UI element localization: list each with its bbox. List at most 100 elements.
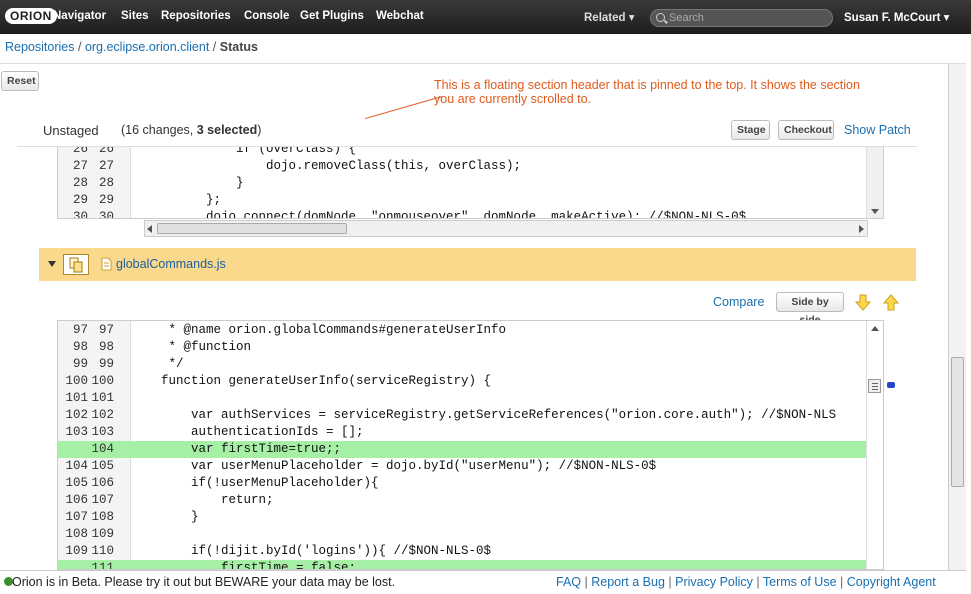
footer-separator: | (840, 575, 844, 589)
new-line-number: 100 (91, 374, 114, 388)
diff-overview-marker[interactable] (887, 382, 895, 388)
footer-link-report-bug[interactable]: Report a Bug (591, 575, 665, 589)
code-line[interactable]: 107 108 } (58, 509, 867, 526)
old-line-number: 101 (65, 391, 88, 405)
new-line-number: 106 (91, 476, 114, 490)
footer-link-privacy[interactable]: Privacy Policy (675, 575, 753, 589)
breadcrumb-separator: / (77, 40, 82, 54)
diff-viewer[interactable]: 97 97 * @name orion.globalCommands#genera… (57, 320, 884, 570)
vertical-scrollbar[interactable] (866, 147, 883, 218)
page-scroll-thumb[interactable] (951, 357, 964, 487)
nav-repositories[interactable]: Repositories (161, 10, 231, 22)
section-summary: (16 changes, 3 selected) (121, 123, 262, 137)
nav-sites[interactable]: Sites (121, 10, 149, 22)
breadcrumb-repo[interactable]: org.eclipse.orion.client (85, 40, 209, 54)
code-line[interactable]: 28 28 } (58, 175, 867, 192)
old-line-number: 27 (72, 159, 88, 173)
code-text: if (overClass) { (131, 147, 357, 156)
code-text: } (131, 176, 244, 190)
code-line[interactable]: 101 101 (58, 390, 867, 407)
new-line-number: 108 (91, 510, 114, 524)
old-line-number: 29 (72, 193, 88, 207)
added-code-line[interactable]: 104 var firstTime=true;; (58, 441, 867, 458)
scroll-thumb[interactable] (868, 379, 881, 393)
code-text: dojo.connect(domNode, "onmouseover", dom… (131, 210, 747, 219)
footer-link-copyright[interactable]: Copyright Agent (847, 575, 936, 589)
code-line[interactable]: 103 103 authenticationIds = []; (58, 424, 867, 441)
old-line-number: 99 (72, 357, 88, 371)
new-line-number: 30 (98, 210, 114, 219)
collapse-triangle-icon[interactable] (48, 261, 56, 267)
next-diff-arrow-icon[interactable] (855, 294, 871, 311)
code-line[interactable]: 98 98 * @function (58, 339, 867, 356)
code-text: */ (131, 357, 184, 371)
scroll-down-icon[interactable] (871, 209, 879, 214)
search-box[interactable] (650, 9, 833, 27)
code-text: var authServices = serviceRegistry.getSe… (131, 408, 837, 422)
code-line[interactable]: 102 102 var authServices = serviceRegistr… (58, 407, 867, 424)
code-line[interactable]: 27 27 dojo.removeClass(this, overClass); (58, 158, 867, 175)
nav-webchat[interactable]: Webchat (376, 10, 424, 22)
code-line[interactable]: 26 26 if (overClass) { (58, 147, 867, 158)
nav-get-plugins[interactable]: Get Plugins (300, 10, 364, 22)
code-line[interactable]: 30 30 dojo.connect(domNode, "onmouseover"… (58, 209, 867, 219)
open-compare-icon (69, 257, 83, 273)
orion-logo[interactable]: ORION (5, 8, 57, 24)
footer-link-faq[interactable]: FAQ (556, 575, 581, 589)
code-text: if(!dijit.byId('logins')){ //$NON-NLS-0$ (131, 544, 492, 558)
new-line-number: 101 (91, 391, 114, 405)
new-line-number: 104 (91, 442, 114, 456)
search-input[interactable] (669, 11, 829, 25)
search-icon (656, 13, 665, 22)
code-line[interactable]: 97 97 * @name orion.globalCommands#genera… (58, 322, 867, 339)
new-line-number: 98 (98, 340, 114, 354)
checkout-button[interactable]: Checkout (778, 120, 834, 140)
new-line-number: 110 (91, 544, 114, 558)
section-title: Unstaged (43, 123, 99, 138)
footer-separator: | (584, 575, 588, 589)
page-scrollbar[interactable] (948, 64, 966, 570)
added-code-line[interactable]: 111 firstTime = false; (58, 560, 867, 569)
code-line[interactable]: 108 109 (58, 526, 867, 543)
horizontal-scrollbar[interactable] (144, 220, 868, 237)
show-patch-link[interactable]: Show Patch (844, 123, 911, 137)
horizontal-scroll-thumb[interactable] (157, 223, 347, 234)
old-line-number: 30 (72, 210, 88, 219)
annotation-text: This is a floating section header that i… (434, 78, 860, 106)
scroll-right-icon[interactable] (859, 225, 864, 233)
scroll-up-icon[interactable] (871, 326, 879, 331)
code-line[interactable]: 99 99 */ (58, 356, 867, 373)
file-name-link[interactable]: globalCommands.js (116, 257, 226, 271)
code-line[interactable]: 104 105 var userMenuPlaceholder = dojo.by… (58, 458, 867, 475)
footer-link-terms[interactable]: Terms of Use (763, 575, 837, 589)
open-file-button[interactable] (63, 254, 89, 275)
footer-separator: | (668, 575, 672, 589)
related-menu[interactable]: Related ▾ (584, 10, 635, 24)
code-line[interactable]: 29 29 }; (58, 192, 867, 209)
code-line[interactable]: 106 107 return; (58, 492, 867, 509)
old-line-number: 104 (65, 459, 88, 473)
nav-navigator[interactable]: Navigator (53, 10, 106, 22)
old-line-number: 105 (65, 476, 88, 490)
nav-console[interactable]: Console (244, 10, 289, 22)
code-line[interactable]: 100 100 function generateUserInfo(service… (58, 373, 867, 390)
stage-button[interactable]: Stage (731, 120, 770, 140)
code-line[interactable]: 105 106 if(!userMenuPlaceholder){ (58, 475, 867, 492)
code-line[interactable]: 109 110 if(!dijit.byId('logins')){ //$NON… (58, 543, 867, 560)
code-text: }; (131, 193, 222, 207)
vertical-scrollbar[interactable] (866, 321, 883, 569)
compare-link[interactable]: Compare (713, 295, 764, 309)
old-line-number: 106 (65, 493, 88, 507)
scroll-left-icon[interactable] (147, 225, 152, 233)
code-viewer-top[interactable]: 26 26 if (overClass) {27 27 dojo.removeCla… (57, 147, 884, 219)
old-line-number: 103 (65, 425, 88, 439)
user-menu[interactable]: Susan F. McCourt ▾ (844, 10, 949, 24)
side-by-side-button[interactable]: Side by side (776, 292, 844, 326)
reset-button[interactable]: Reset (1, 71, 39, 91)
code-text: var userMenuPlaceholder = dojo.byId("use… (131, 459, 657, 473)
code-text: dojo.removeClass(this, overClass); (131, 159, 522, 173)
code-text: function generateUserInfo(serviceRegistr… (131, 374, 492, 388)
previous-diff-arrow-icon[interactable] (883, 294, 899, 311)
breadcrumb-repositories[interactable]: Repositories (5, 40, 74, 54)
breadcrumb-current: Status (219, 40, 258, 54)
